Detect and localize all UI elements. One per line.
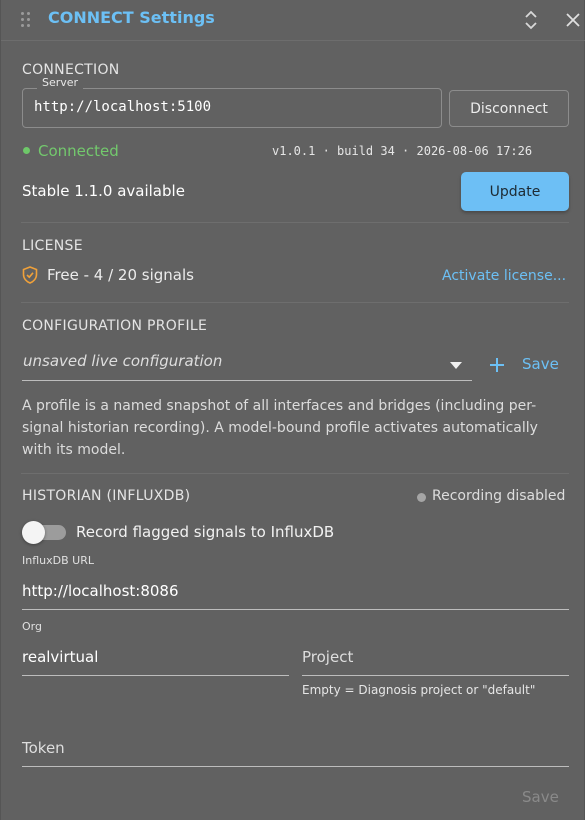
update-button[interactable]: Update bbox=[461, 172, 569, 211]
plus-icon[interactable] bbox=[488, 356, 506, 374]
shield-check-icon bbox=[22, 266, 38, 284]
close-icon[interactable] bbox=[563, 10, 583, 30]
recording-status: Recording disabled bbox=[432, 488, 566, 504]
divider bbox=[21, 473, 569, 474]
connect-settings-panel: CONNECT Settings CONNECTION Server http:… bbox=[0, 0, 585, 820]
update-available-text: Stable 1.1.0 available bbox=[22, 182, 185, 200]
connection-status: Connected bbox=[38, 142, 119, 160]
save-historian-button[interactable]: Save bbox=[522, 788, 559, 806]
profile-section-title: CONFIGURATION PROFILE bbox=[22, 318, 208, 334]
project-input[interactable]: Project bbox=[302, 648, 353, 666]
influx-url-underline bbox=[22, 609, 569, 610]
org-label: Org bbox=[22, 620, 42, 633]
server-field-label: Server bbox=[37, 76, 84, 89]
version-info: v1.0.1 · build 34 · 2026-08-06 17:26 bbox=[272, 144, 533, 158]
status-dot-icon bbox=[23, 147, 30, 154]
panel-title: CONNECT Settings bbox=[48, 8, 215, 27]
disconnect-button[interactable]: Disconnect bbox=[449, 90, 569, 127]
server-input[interactable]: http://localhost:5100 bbox=[34, 99, 211, 115]
unfold-icon[interactable] bbox=[522, 9, 540, 31]
record-toggle-knob[interactable] bbox=[22, 521, 45, 544]
activate-license-link[interactable]: Activate license... bbox=[442, 268, 566, 284]
divider bbox=[21, 222, 569, 223]
project-underline bbox=[302, 675, 569, 676]
token-input[interactable]: Token bbox=[22, 739, 65, 757]
license-status: Free - 4 / 20 signals bbox=[47, 266, 194, 284]
profile-select-underline bbox=[22, 380, 472, 381]
license-section-title: LICENSE bbox=[22, 238, 83, 254]
influx-url-label: InfluxDB URL bbox=[22, 554, 94, 567]
org-input[interactable]: realvirtual bbox=[22, 648, 98, 666]
divider bbox=[21, 302, 569, 303]
record-toggle-label: Record flagged signals to InfluxDB bbox=[76, 523, 335, 541]
profile-description: A profile is a named snapshot of all int… bbox=[22, 398, 538, 458]
influx-url-input[interactable]: http://localhost:8086 bbox=[22, 582, 179, 600]
token-underline bbox=[22, 766, 569, 767]
drag-handle-icon[interactable] bbox=[21, 12, 31, 28]
save-profile-button[interactable]: Save bbox=[522, 355, 559, 373]
profile-select[interactable]: unsaved live configuration bbox=[23, 352, 222, 370]
project-helper-text: Empty = Diagnosis project or "default" bbox=[302, 683, 536, 697]
recording-status-dot-icon bbox=[417, 493, 426, 502]
dropdown-arrow-icon[interactable] bbox=[450, 362, 462, 369]
historian-section-title: HISTORIAN (INFLUXDB) bbox=[22, 488, 191, 504]
org-underline bbox=[22, 675, 289, 676]
